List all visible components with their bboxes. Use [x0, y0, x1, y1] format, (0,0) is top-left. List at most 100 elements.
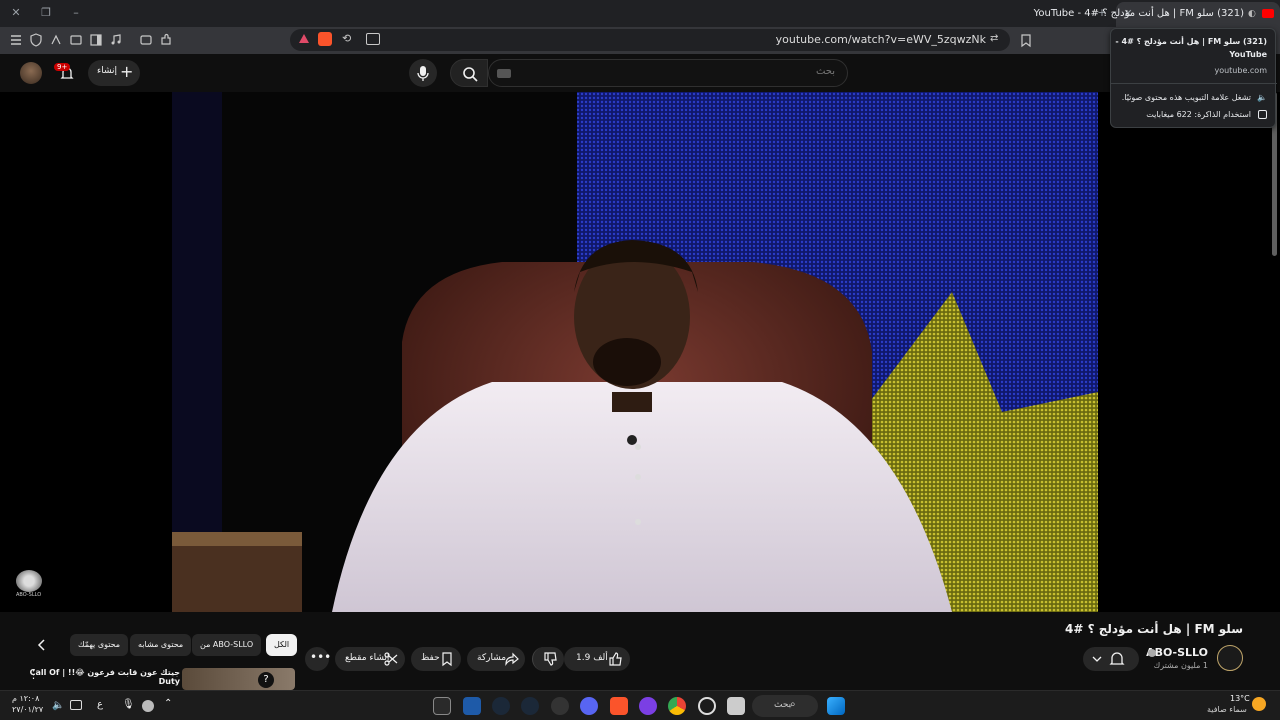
tab-youtube[interactable]: ✕ (321) سلو FM | هل أنت مؤدلج ؟ #4 - You… [1034, 2, 1280, 27]
create-button-label: إنشاء [97, 66, 118, 76]
subscriber-count: 1 مليون مشترك [1153, 661, 1208, 670]
network-icon[interactable] [70, 700, 82, 710]
hovercard-title-line1: (321) سلو FM | هل أنت مؤدلج ؟ #4 - [1115, 37, 1267, 46]
chip-for-you[interactable]: محتوى يهمّك [70, 634, 129, 656]
share-label: مشاركة [477, 653, 507, 663]
brave-shields-icon[interactable] [318, 32, 332, 46]
shield-vpn-icon[interactable] [28, 32, 44, 48]
video-frame-image [172, 92, 1098, 612]
save-button[interactable]: حفظ [411, 647, 461, 671]
thumbs-down-icon [544, 652, 557, 666]
subscribed-notifications-button[interactable] [1083, 647, 1139, 671]
epic-games-icon[interactable] [433, 697, 451, 715]
media-music-icon[interactable] [108, 32, 124, 48]
more-actions-button[interactable]: ••• [305, 647, 332, 671]
windows-taskbar: ١٢:٠٨ م ٢٧/٠١/٢٧ 🔈 ع 🎙 ⌃ ⌕ بحث 13°C سماء… [0, 690, 1280, 720]
taskbar-date[interactable]: ٢٧/٠١/٢٧ [12, 705, 43, 714]
share-icon [505, 652, 519, 666]
memory-icon [1258, 110, 1267, 119]
hovercard-memory-note: استخدام الذاكرة: 622 ميغابايت [1146, 110, 1251, 119]
save-label: حفظ [421, 653, 440, 663]
restore-window-icon[interactable]: ❐ [38, 5, 54, 21]
bell-chevron-icon [1092, 652, 1125, 665]
dislike-button[interactable] [532, 647, 564, 671]
obs-icon[interactable] [551, 697, 569, 715]
cast-icon[interactable] [366, 33, 380, 45]
url-text[interactable]: youtube.com/watch?v=eWV_5zqwzNk [776, 33, 986, 46]
youtube-header: 9+ إنشاء + بحث [0, 54, 1280, 92]
reload-icon[interactable]: ⟲ [342, 32, 356, 46]
close-window-icon[interactable]: ✕ [8, 5, 24, 21]
menu-icon[interactable] [8, 32, 24, 48]
chip-related[interactable]: محتوى مشابه [130, 634, 192, 656]
chrome-icon[interactable] [668, 697, 686, 715]
tray-chevron-icon[interactable]: ⌃ [164, 698, 172, 709]
video-frame [172, 92, 1098, 612]
tab-hover-card: (321) سلو FM | هل أنت مؤدلج ؟ #4 - YouTu… [1110, 28, 1277, 128]
notifications-badge: 9+ [54, 63, 71, 71]
wallet-icon[interactable] [138, 32, 154, 48]
steam-alt-icon[interactable] [521, 697, 539, 715]
voice-search-button[interactable] [409, 59, 437, 87]
steam-icon[interactable] [492, 697, 510, 715]
share-page-icon[interactable]: ⇄ [990, 33, 1004, 47]
discord-icon[interactable] [580, 697, 598, 715]
sidebar-toggle-icon[interactable] [88, 32, 104, 48]
create-button[interactable]: إنشاء + [88, 60, 140, 86]
audio-playing-icon[interactable]: ◐ [1248, 9, 1258, 19]
file-explorer-icon[interactable] [727, 697, 745, 715]
input-language[interactable]: ع [97, 699, 103, 710]
chips-scroll-left-icon[interactable] [34, 637, 50, 653]
more-dots-icon: ••• [310, 650, 332, 664]
recommended-video-title[interactable]: جيتك عون قابت فرعون 😂!! | Call Of Duty [30, 668, 180, 686]
tab-title: (321) سلو FM | هل أنت مؤدلج ؟ #4 - YouTu… [1033, 8, 1244, 19]
browser-toolbar: ⟲ youtube.com/watch?v=eWV_5zqwzNk ⇄ [0, 27, 1280, 54]
settings-gear-icon[interactable] [698, 697, 716, 715]
hovercard-divider [1111, 83, 1277, 84]
weather-moon-icon[interactable] [1252, 697, 1266, 711]
channel-avatar[interactable] [1217, 645, 1243, 671]
bookmark-icon[interactable] [1018, 32, 1034, 48]
video-player[interactable] [0, 92, 1280, 612]
avatar[interactable] [20, 62, 42, 84]
search-icon [463, 67, 478, 82]
chip-all[interactable]: الكل [266, 634, 298, 656]
video-title: سلو FM | هل أنت مؤدلج ؟ #4 [1065, 622, 1243, 636]
search-input[interactable]: بحث [488, 59, 848, 87]
recommended-title-line2: Duty [158, 677, 180, 686]
like-count: 1.9 ألف [576, 653, 608, 663]
messenger-icon[interactable] [639, 697, 657, 715]
hovercard-title-line2: YouTube [1229, 50, 1267, 59]
recommended-video-thumbnail[interactable]: ? [182, 668, 295, 690]
recommended-title-line1: جيتك عون قابت فرعون 😂!! | Call Of [29, 668, 180, 677]
channel-watermark-text: ABO-SLLO [16, 592, 42, 598]
brave-icon[interactable] [610, 697, 628, 715]
thumbnail-badge-icon: ? [258, 672, 274, 688]
taskbar-time[interactable]: ١٢:٠٨ م [12, 694, 39, 703]
clip-button[interactable]: إنشاء مقطع [335, 647, 405, 671]
share-button[interactable]: مشاركة [467, 647, 525, 671]
taskbar-search[interactable]: ⌕ بحث [752, 695, 818, 717]
taskbar-mic-icon[interactable]: 🎙 [122, 699, 135, 710]
tab-search-icon[interactable] [68, 32, 84, 48]
recommended-menu-icon[interactable]: ⋮ [28, 668, 39, 682]
taskbar-temperature[interactable]: 13°C [1230, 694, 1250, 703]
microphone-icon [417, 66, 429, 81]
search-button[interactable] [450, 59, 488, 87]
cloud-sync-icon[interactable] [142, 700, 154, 712]
chip-from-channel[interactable]: من ABO-SLLO [192, 634, 262, 656]
thumbs-up-icon [609, 652, 622, 666]
like-button[interactable]: 1.9 ألف [564, 647, 630, 671]
windows-start-icon[interactable] [827, 697, 845, 715]
search-placeholder: بحث [815, 66, 835, 77]
taskbar-weather[interactable]: سماء صافية [1207, 705, 1247, 714]
brave-warning-icon[interactable] [298, 33, 310, 45]
app-shield-icon[interactable] [463, 697, 481, 715]
address-bar[interactable]: ⟲ youtube.com/watch?v=eWV_5zqwzNk ⇄ [290, 29, 1010, 51]
minimize-window-icon[interactable]: – [68, 5, 84, 21]
keyboard-icon[interactable] [497, 69, 511, 78]
scissors-icon [384, 652, 398, 666]
volume-icon[interactable]: 🔈 [52, 700, 64, 711]
rewards-icon[interactable] [48, 32, 64, 48]
extensions-icon[interactable] [158, 32, 174, 48]
